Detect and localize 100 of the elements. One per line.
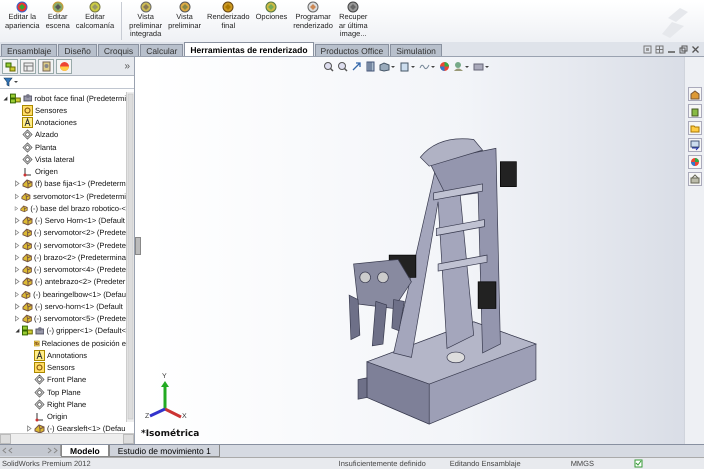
part-icon [22,227,32,238]
panel-tab[interactable] [2,58,18,74]
part-icon [22,313,32,324]
more-button[interactable]: » [124,60,130,72]
filter-icon[interactable] [3,77,19,87]
collapsed-arrow-icon[interactable] [26,425,32,432]
part-icon [21,288,32,300]
expanded-arrow-icon[interactable] [2,94,8,102]
plane-icon [22,154,33,165]
view-orientation-label: *Isométrica [141,429,200,439]
collapsed-arrow-icon[interactable] [14,192,20,200]
panel-tab[interactable] [38,58,54,74]
collapsed-arrow-icon[interactable] [14,266,20,274]
ribbon-tab[interactable]: Simulation [390,44,442,56]
ribbon-tab[interactable]: Croquis [98,44,140,56]
task-pane-tab[interactable] [688,104,702,118]
home-icon [690,88,700,100]
part-icon [22,276,33,288]
appearance-icon[interactable] [439,61,450,72]
render-tool-icon [222,1,234,13]
render-tool-icon [140,1,152,13]
ribbon-tab[interactable]: Herramientas de renderizado [184,42,314,56]
horizontal-scrollbar[interactable] [0,433,134,444]
bottom-tab[interactable]: Estudio de movimiento 1 [108,445,220,457]
plane-icon [34,374,45,386]
panel-tab[interactable] [56,58,72,74]
part-icon [22,264,32,276]
part-icon [22,215,33,226]
part-icon [21,190,32,202]
render-tool-icon [347,1,360,13]
collapsed-arrow-icon[interactable] [14,315,20,322]
collapsed-arrow-icon[interactable] [14,290,20,298]
vertical-scrollbar[interactable] [126,92,134,422]
annotation-icon [22,117,33,128]
display-style-icon[interactable] [399,61,416,72]
assembly-icon [10,92,21,104]
camera-icon [34,326,44,336]
zoom-icon[interactable] [337,61,348,72]
status-indicator-icon[interactable] [634,459,644,468]
ribbon-tab[interactable]: Calcular [140,44,184,56]
collapsed-arrow-icon[interactable] [14,217,20,224]
render-tool-icon [16,1,28,13]
sensor-icon [22,104,33,116]
custom-properties-icon [690,174,700,184]
origin-icon [34,411,45,422]
part-icon [22,252,32,263]
sensor-icon [34,362,45,374]
assembly-icon [22,325,33,336]
feature-tree-icon [4,60,16,72]
tab-scroll-arrows-icon[interactable] [0,445,61,456]
mates-icon [34,338,40,349]
collapsed-arrow-icon[interactable] [14,278,20,286]
origin-icon [22,166,33,178]
part-icon [22,240,32,251]
plane-icon [22,129,33,140]
view-orientation-icon[interactable] [379,61,396,72]
panel-tab[interactable] [20,58,36,74]
collapsed-arrow-icon[interactable] [14,242,20,249]
restore-icon[interactable] [679,44,688,54]
close-icon[interactable] [691,44,700,54]
render-tool-icon [178,1,191,13]
render-tool-icon [88,1,101,13]
pointer-icon[interactable] [351,61,362,72]
expanded-arrow-icon[interactable] [14,327,20,334]
tile-icon[interactable] [643,44,652,54]
task-pane-tab[interactable] [688,138,702,152]
part-icon [22,300,33,312]
collapsed-arrow-icon[interactable] [14,302,20,310]
appearance-icon [690,156,700,168]
panel-splitter[interactable] [135,237,141,255]
collapsed-arrow-icon[interactable] [14,180,20,188]
view-settings-icon[interactable] [473,61,490,72]
property-icon [22,60,34,72]
view-palette-icon [690,140,700,150]
ribbon-tab[interactable]: Productos Office [314,44,390,56]
plane-icon [34,398,45,410]
camera-icon [22,93,32,104]
bottom-tab[interactable]: Modelo [61,445,109,457]
collapsed-arrow-icon[interactable] [14,254,20,261]
task-pane-tab[interactable] [688,172,702,186]
annotation-icon [34,350,45,361]
tile-icon[interactable] [655,44,664,54]
ribbon-tab[interactable]: Diseño [58,44,97,56]
ribbon-tab[interactable]: Ensamblaje [1,44,58,56]
collapsed-arrow-icon[interactable] [14,204,18,212]
library-icon [690,106,700,116]
part-icon [22,178,33,190]
part-icon [34,423,45,433]
part-icon [20,202,28,214]
scene-icon[interactable] [453,61,470,72]
zoom-icon[interactable] [323,61,334,72]
folder-icon [690,122,700,134]
section-view-icon[interactable] [365,61,376,72]
render-tool-icon [307,1,320,13]
collapsed-arrow-icon[interactable] [14,229,20,236]
display-icon [58,60,70,72]
task-pane-tab[interactable] [688,87,702,101]
render-tool-icon [265,1,278,13]
task-pane-tab[interactable] [688,155,702,169]
plane-icon [34,386,45,398]
